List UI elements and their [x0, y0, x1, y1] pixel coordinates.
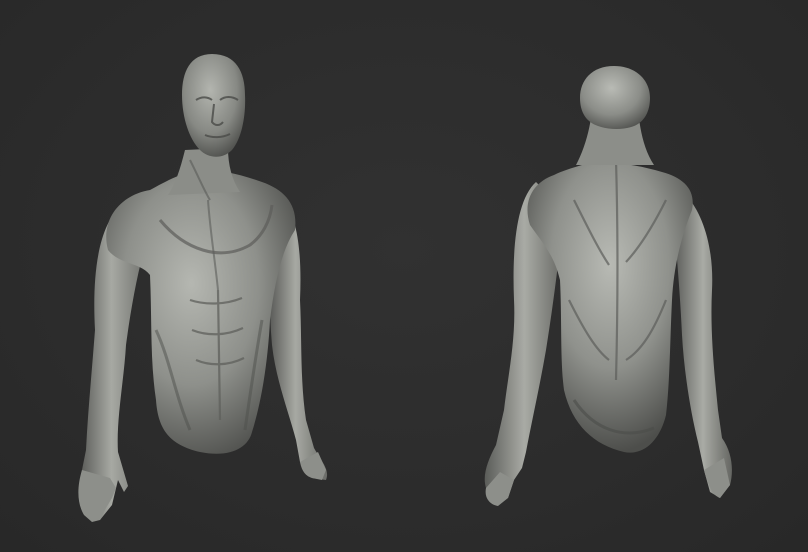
torso-sculpt-back-view[interactable] — [404, 0, 808, 552]
sculpt-viewport[interactable] — [0, 0, 808, 552]
back-view-drawing — [484, 66, 732, 506]
back-head — [580, 66, 650, 129]
front-torso — [106, 170, 296, 454]
torso-sculpt-front-view[interactable] — [0, 0, 404, 552]
front-view-drawing — [78, 54, 328, 522]
back-right-arm — [674, 195, 732, 498]
